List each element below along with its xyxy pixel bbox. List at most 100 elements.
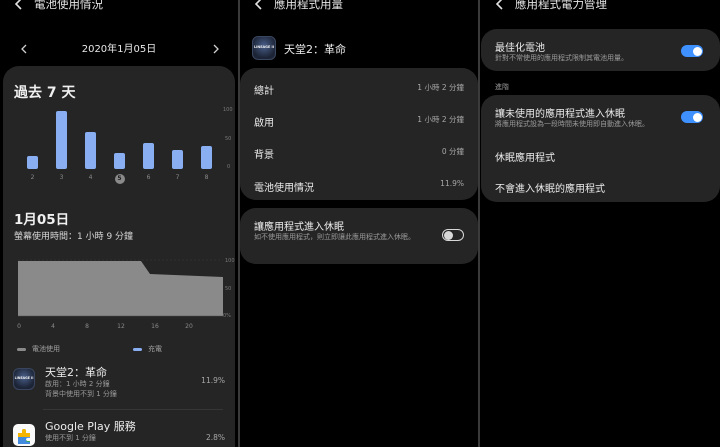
header: 應用程式電力管理	[481, 0, 720, 14]
weekly-bar-chart: 2 3 4 5 6 7 8	[13, 106, 235, 186]
app-usage-active: 使用不到 1 分鐘	[45, 434, 96, 442]
area-y-tick-50: 50	[225, 286, 232, 292]
row-label: 啟用	[254, 118, 274, 129]
battery-usage-panel: 電池使用情況 2020年1月05日 過去 7 天 2 3 4 5 6 7 8 100 50 …	[0, 0, 238, 447]
row-label: 電池使用情況	[254, 183, 314, 194]
bar-x-tick: 5	[114, 174, 125, 184]
battery-level-area	[18, 261, 223, 316]
app-power-management-panel: 應用程式電力管理 最佳化電池 針對不常使用的應用程式限制其電池用量。 進階 讓未…	[481, 0, 720, 447]
lineage-app-icon: LINEAGE II	[13, 368, 35, 390]
usage-row-total: 總計 1 小時 2 分鐘	[254, 79, 478, 98]
google-play-services-icon	[13, 424, 35, 446]
lineage-app-icon: LINEAGE II	[252, 36, 276, 60]
bar-x-tick: 3	[59, 174, 64, 181]
back-arrow-icon	[254, 0, 262, 10]
sleep-toggle[interactable]	[442, 229, 464, 241]
chart-bar-day-3[interactable]	[56, 111, 67, 169]
area-x-tick: 20	[185, 323, 193, 330]
app-list-item[interactable]: LINEAGE II 天堂2：革命 啟用：1 小時 2 分鐘 背景中使用不到 1…	[3, 364, 235, 404]
sleep-unused-toggle[interactable]	[681, 111, 703, 123]
chart-bar-day-2[interactable]	[27, 156, 38, 169]
row-value: 1 小時 2 分鐘	[417, 115, 464, 124]
row-value: 11.9%	[440, 179, 464, 188]
screen-time: 螢幕使用時間：1 小時 9 分鐘	[14, 232, 134, 242]
range-title: 過去 7 天	[14, 85, 76, 101]
area-y-tick-100: 100	[225, 258, 235, 264]
chart-bar-day-8[interactable]	[201, 146, 212, 169]
app-name: 天堂2：革命	[45, 366, 107, 379]
back-arrow-icon	[14, 0, 22, 10]
app-percent: 11.9%	[201, 376, 225, 385]
y-tick-100: 100	[223, 107, 233, 113]
row-value: 0 分鐘	[441, 147, 464, 156]
date-label: 2020年1月05日	[81, 44, 157, 55]
optimize-toggle[interactable]	[681, 45, 703, 57]
area-x-tick: 8	[85, 323, 89, 330]
app-name: 天堂2：革命	[284, 43, 346, 56]
day-title: 1月05日	[14, 212, 70, 228]
back-button[interactable]	[12, 0, 26, 11]
sleep-description: 如不使用應用程式，則立即讓此應用程式進入休眠。	[254, 233, 415, 241]
legend-battery-swatch	[17, 347, 26, 351]
usage-row-background: 背景 0 分鐘	[254, 143, 478, 162]
legend-battery: 電池使用	[17, 344, 60, 354]
sleep-unused-description: 將應用程式設為一段時間未使用即自動進入休眠。	[495, 120, 649, 128]
next-date-button[interactable]	[210, 40, 222, 54]
header: 電池使用情況	[0, 0, 238, 14]
app-name: Google Play 服務	[45, 420, 136, 433]
bar-x-tick: 4	[88, 174, 93, 181]
usage-details-card: 總計 1 小時 2 分鐘 啟用 1 小時 2 分鐘 背景 0 分鐘 電池使用情況…	[240, 68, 478, 200]
chart-bar-day-5[interactable]	[114, 153, 125, 169]
row-label: 總計	[254, 86, 274, 97]
put-app-to-sleep-card[interactable]: 讓應用程式進入休眠 如不使用應用程式，則立即讓此應用程式進入休眠。	[240, 208, 478, 264]
back-arrow-icon	[495, 0, 503, 10]
usage-row-active: 啟用 1 小時 2 分鐘	[254, 111, 478, 130]
app-usage-panel: 應用程式用量 LINEAGE II 天堂2：革命 總計 1 小時 2 分鐘 啟用…	[240, 0, 478, 447]
app-usage-active: 啟用：1 小時 2 分鐘	[45, 380, 110, 388]
chart-bar-day-4[interactable]	[85, 132, 96, 169]
page-title: 應用程式電力管理	[515, 0, 607, 11]
area-x-tick: 0	[17, 323, 21, 330]
row-value: 1 小時 2 分鐘	[417, 83, 464, 92]
page-title: 電池使用情況	[34, 0, 103, 11]
toggle-knob	[444, 230, 453, 240]
legend-charge-swatch	[133, 347, 142, 351]
optimize-battery-card[interactable]: 最佳化電池 針對不常使用的應用程式限制其電池用量。	[481, 29, 720, 71]
row-label: 背景	[254, 150, 274, 161]
puzzle-icon	[18, 429, 30, 444]
page-title: 應用程式用量	[274, 0, 343, 11]
bar-x-tick: 2	[30, 174, 35, 181]
chart-bar-day-6[interactable]	[143, 143, 154, 169]
app-list-item[interactable]: Google Play 服務 使用不到 1 分鐘 2.8%	[3, 418, 235, 447]
area-x-tick: 12	[117, 323, 125, 330]
legend-battery-label: 電池使用	[32, 345, 60, 353]
legend-charge: 充電	[133, 344, 162, 354]
bar-x-tick: 8	[204, 174, 209, 181]
bar-x-tick: 6	[146, 174, 151, 181]
sleep-title: 讓應用程式進入休眠	[254, 222, 344, 233]
optimize-title: 最佳化電池	[495, 43, 545, 54]
back-button[interactable]	[493, 0, 507, 11]
app-percent: 2.8%	[205, 433, 225, 442]
legend-charge-label: 充電	[148, 345, 162, 353]
chart-bar-day-7[interactable]	[172, 150, 183, 169]
sleep-unused-item[interactable]: 讓未使用的應用程式進入休眠 將應用程式設為一段時間未使用即自動進入休眠。	[481, 95, 720, 135]
toggle-knob	[692, 46, 702, 56]
bar-x-tick: 7	[175, 174, 180, 181]
app-usage-background: 背景中使用不到 1 分鐘	[45, 390, 117, 398]
usage-row-battery: 電池使用情況 11.9%	[254, 176, 478, 195]
y-tick-0: 0	[227, 164, 231, 170]
daily-area-chart	[18, 259, 223, 317]
never-sleeping-apps-item[interactable]: 不會進入休眠的應用程式	[495, 180, 720, 195]
battery-chart-card: 過去 7 天 2 3 4 5 6 7 8 100 50 0 1月05日 螢幕使用時間：1 小…	[3, 66, 235, 447]
back-button[interactable]	[252, 0, 266, 11]
optimize-description: 針對不常使用的應用程式限制其電池用量。	[495, 54, 628, 62]
advanced-section-label: 進階	[495, 83, 509, 91]
panel-divider	[478, 0, 480, 447]
y-tick-50: 50	[225, 136, 232, 142]
sleep-unused-title: 讓未使用的應用程式進入休眠	[495, 109, 625, 120]
area-x-tick: 16	[151, 323, 159, 330]
area-y-tick-0: 0%	[223, 313, 231, 319]
sleeping-apps-item[interactable]: 休眠應用程式	[495, 149, 720, 164]
header: 應用程式用量	[240, 0, 478, 14]
